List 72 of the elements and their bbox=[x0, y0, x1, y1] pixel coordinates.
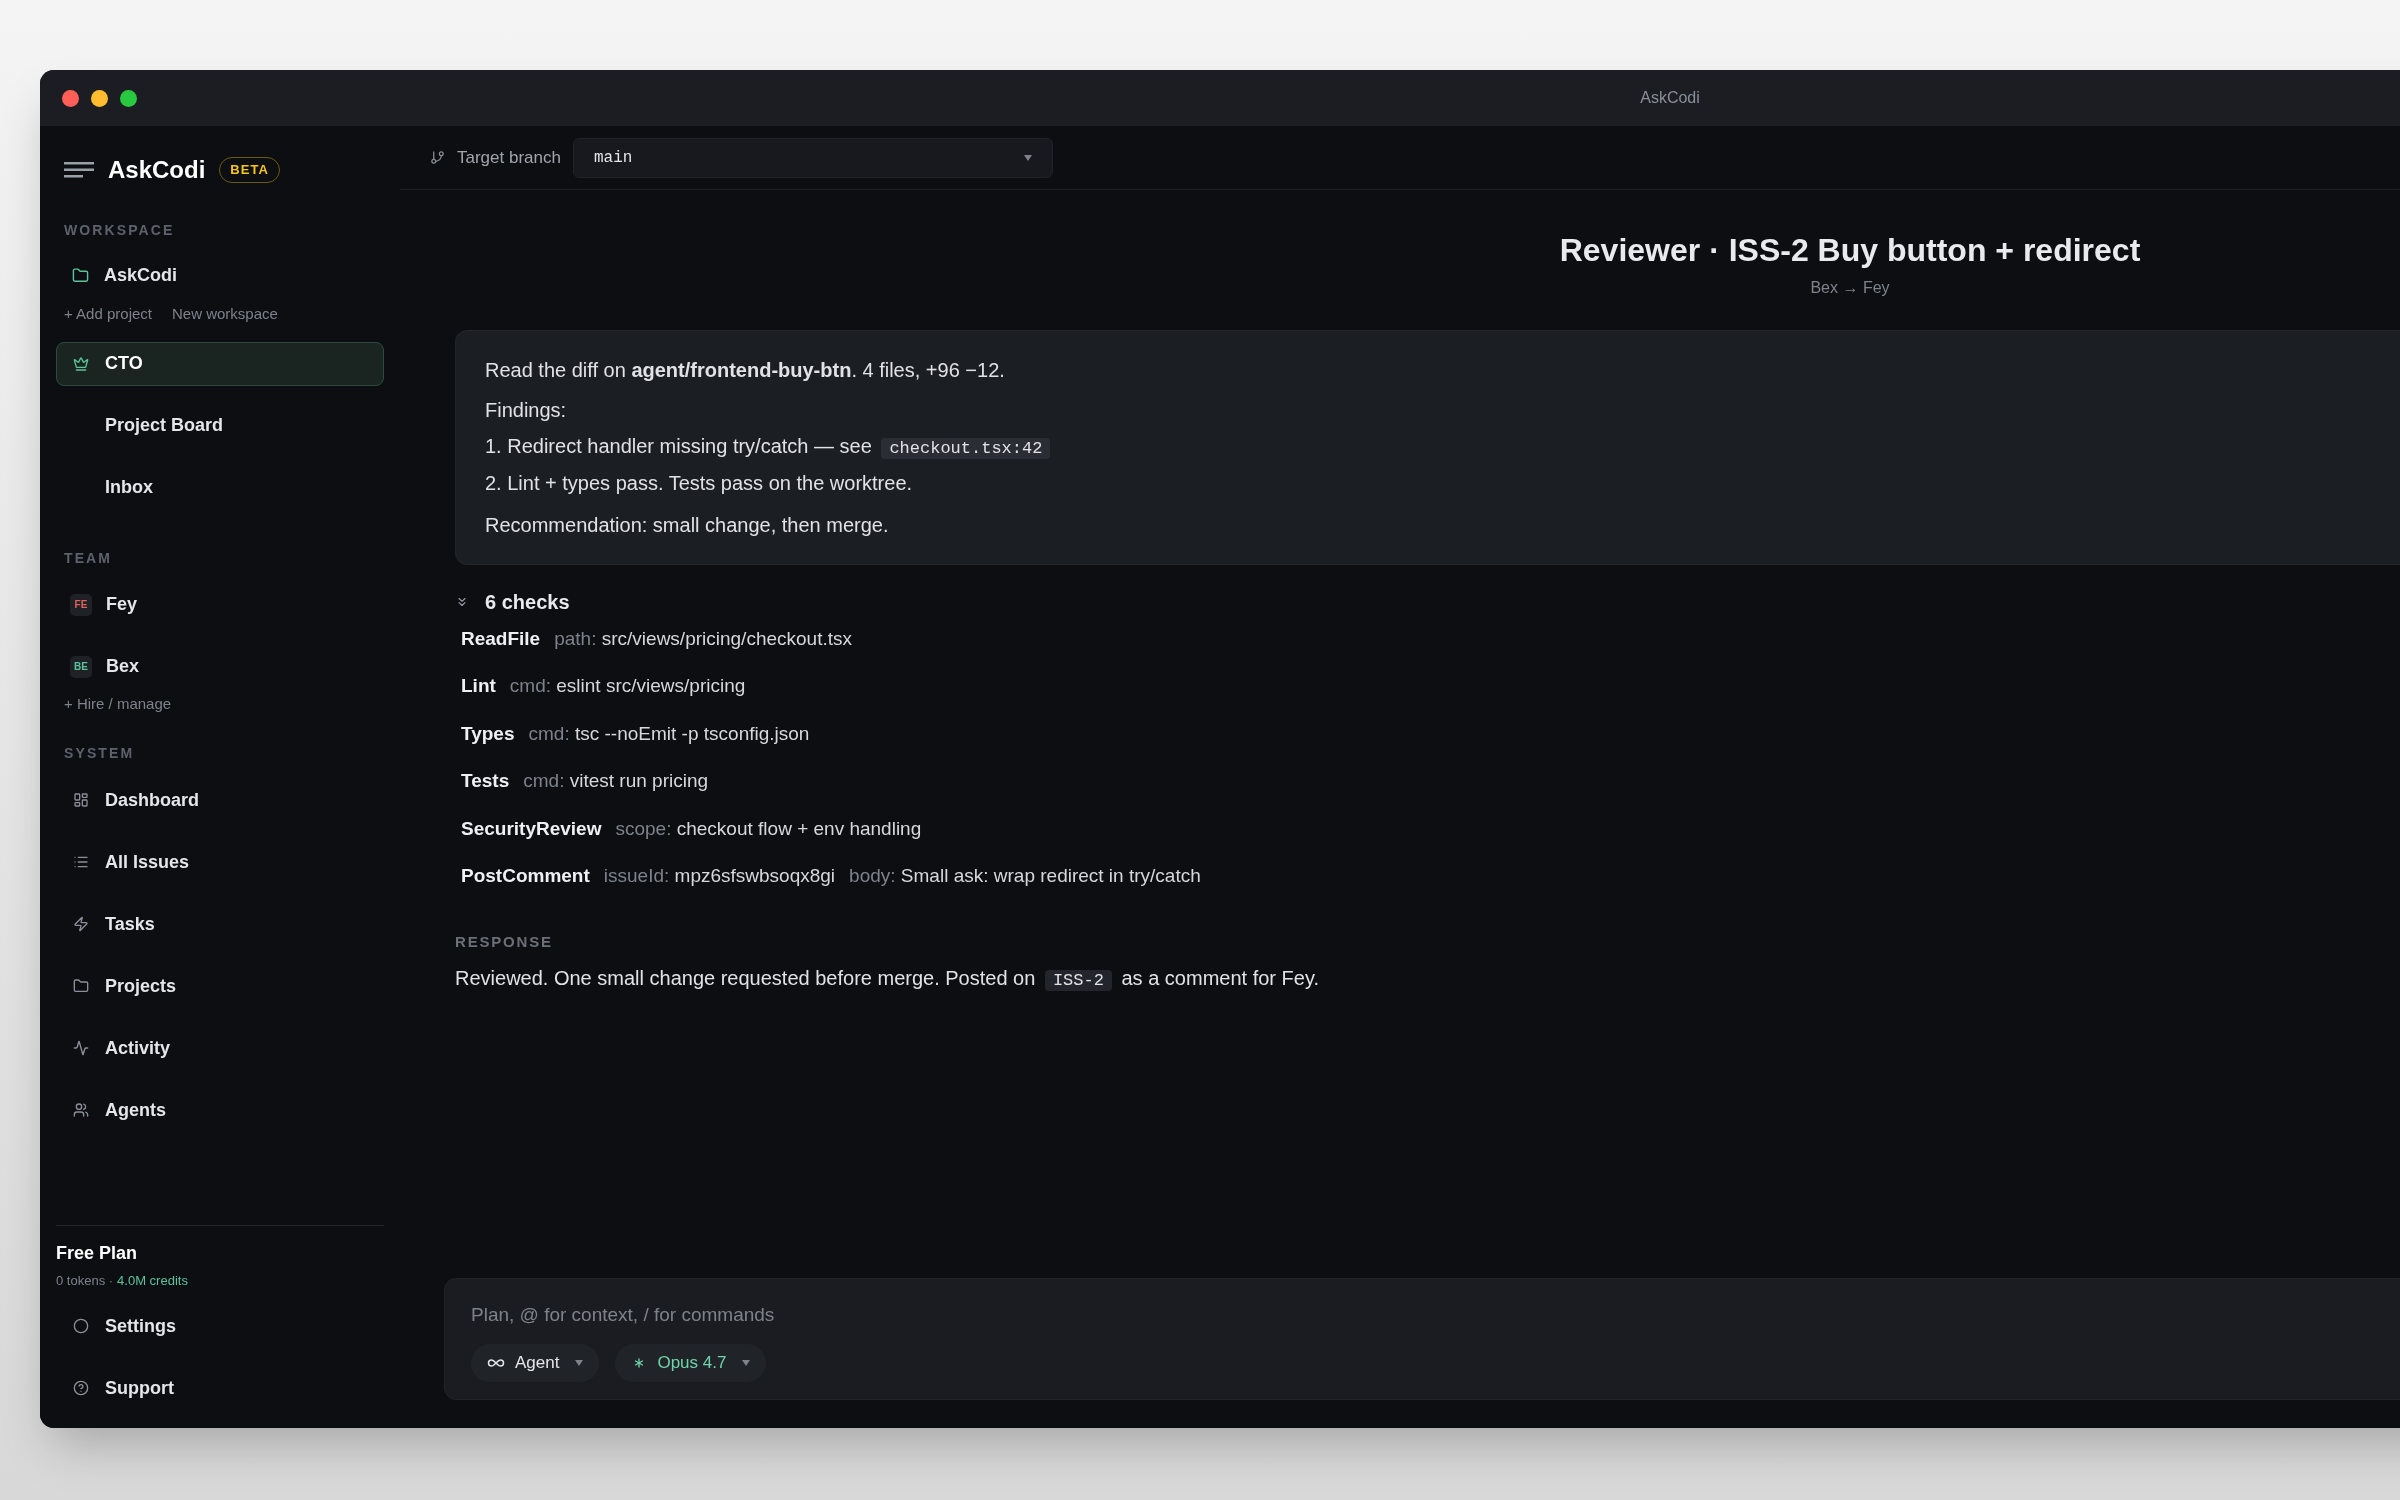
menu-icon[interactable] bbox=[64, 162, 94, 178]
nav-item[interactable]: CTO bbox=[56, 341, 384, 386]
workspace-link[interactable]: New workspace bbox=[172, 303, 278, 326]
list-icon bbox=[73, 854, 89, 870]
dashboard-icon bbox=[73, 792, 89, 808]
message-text: Read the diff on agent/frontend-buy-btn. 4 files, +96 −12. bbox=[485, 358, 1005, 383]
nav-item[interactable]: Settings bbox=[56, 1304, 384, 1348]
message-text: Findings: bbox=[485, 398, 567, 423]
caret-icon bbox=[742, 1359, 751, 1366]
branch-label: Target branch bbox=[457, 146, 561, 169]
nav-item[interactable]: Activity bbox=[56, 1026, 384, 1070]
nav-item[interactable]: Project Board bbox=[56, 403, 384, 448]
check-param: cmd: vitest run pricing bbox=[523, 769, 709, 793]
check-param: cmd: tsc --noEmit -p tsconfig.json bbox=[528, 721, 810, 746]
conversation-subtitle: Bex → Fey bbox=[1810, 278, 1890, 298]
check-name: SecurityReview bbox=[461, 816, 602, 841]
caret-icon bbox=[575, 1359, 584, 1366]
nav-item[interactable]: Projects bbox=[56, 964, 384, 1008]
mode-selector[interactable]: Agent bbox=[471, 1343, 600, 1382]
check-param: issueId: mpz6sfswbsoqx8gi bbox=[603, 864, 836, 888]
plan-title: Free Plan bbox=[56, 1241, 138, 1265]
team-member[interactable]: BE Bex bbox=[56, 644, 384, 689]
conversation-title: Reviewer · ISS-2 Buy button + redirect bbox=[1559, 231, 2141, 270]
credit-count: 4.0M credits bbox=[117, 1271, 188, 1290]
token-count: 0 tokens · bbox=[56, 1271, 114, 1290]
section-heading: SYSTEM bbox=[63, 744, 136, 763]
check-param: scope: checkout flow + env handling bbox=[615, 816, 922, 841]
nav-item[interactable]: All Issues bbox=[56, 840, 384, 884]
close-button[interactable] bbox=[62, 89, 79, 107]
finding-text: 2. Lint + types pass. Tests pass on the worktree. bbox=[485, 470, 913, 496]
folder-icon bbox=[71, 266, 89, 284]
check-name: ReadFile bbox=[461, 626, 541, 651]
check-param: body: Small ask: wrap redirect in try/catch bbox=[849, 864, 1201, 888]
window-title: AskCodi bbox=[1640, 88, 1700, 108]
section-heading: WORKSPACE bbox=[63, 221, 176, 240]
branch-icon bbox=[430, 150, 445, 165]
people-icon bbox=[73, 1102, 89, 1118]
workspace-link[interactable]: + Add project bbox=[64, 303, 152, 326]
section-heading: TEAM bbox=[63, 548, 114, 568]
check-name: Types bbox=[461, 721, 515, 746]
crown-icon bbox=[73, 355, 89, 372]
chart-line-icon bbox=[73, 1040, 89, 1056]
nav-item[interactable]: Agents bbox=[56, 1088, 384, 1132]
response-text: Reviewed. One small change requested before merge. Posted on ISS-2 as a comment for Fey. bbox=[455, 966, 1319, 993]
check-name: Lint bbox=[461, 674, 496, 698]
app-name: AskCodi bbox=[108, 155, 206, 185]
member-avatar: BE bbox=[70, 655, 92, 678]
finding-text: 1. Redirect handler missing try/catch — see checkout.tsx:42 bbox=[485, 431, 1051, 462]
message-text: Recommendation: small change, then merge. bbox=[485, 512, 889, 538]
check-name: Tests bbox=[461, 769, 510, 793]
branch-select[interactable]: main bbox=[572, 137, 1053, 178]
nav-item[interactable]: Inbox bbox=[56, 465, 384, 510]
check-param: cmd: eslint src/views/pricing bbox=[509, 674, 746, 698]
member-avatar: FE bbox=[70, 593, 92, 616]
workspace-item[interactable]: AskCodi bbox=[56, 255, 384, 295]
check-param: path: src/views/pricing/checkout.tsx bbox=[554, 626, 852, 651]
help-icon bbox=[73, 1380, 89, 1396]
response-heading: RESPONSE bbox=[455, 931, 553, 952]
caret-icon bbox=[1023, 154, 1032, 161]
hire-link[interactable]: + Hire / manage bbox=[40, 692, 196, 715]
team-member[interactable]: FE Fey bbox=[56, 582, 384, 627]
nav-item[interactable]: Dashboard bbox=[56, 778, 384, 822]
model-selector[interactable]: Opus 4.7 bbox=[615, 1343, 767, 1382]
prompt-input[interactable]: Plan, @ for context, / for commands bbox=[471, 1301, 1271, 1330]
check-name: PostComment bbox=[461, 864, 590, 888]
checks-summary[interactable]: 6 checks bbox=[485, 586, 570, 617]
folder-icon bbox=[73, 978, 89, 994]
minimize-button[interactable] bbox=[91, 89, 108, 107]
lightning-icon bbox=[73, 916, 89, 932]
nav-item[interactable]: Support bbox=[56, 1366, 384, 1410]
nav-item[interactable]: Tasks bbox=[56, 902, 384, 946]
zoom-button[interactable] bbox=[120, 89, 137, 107]
